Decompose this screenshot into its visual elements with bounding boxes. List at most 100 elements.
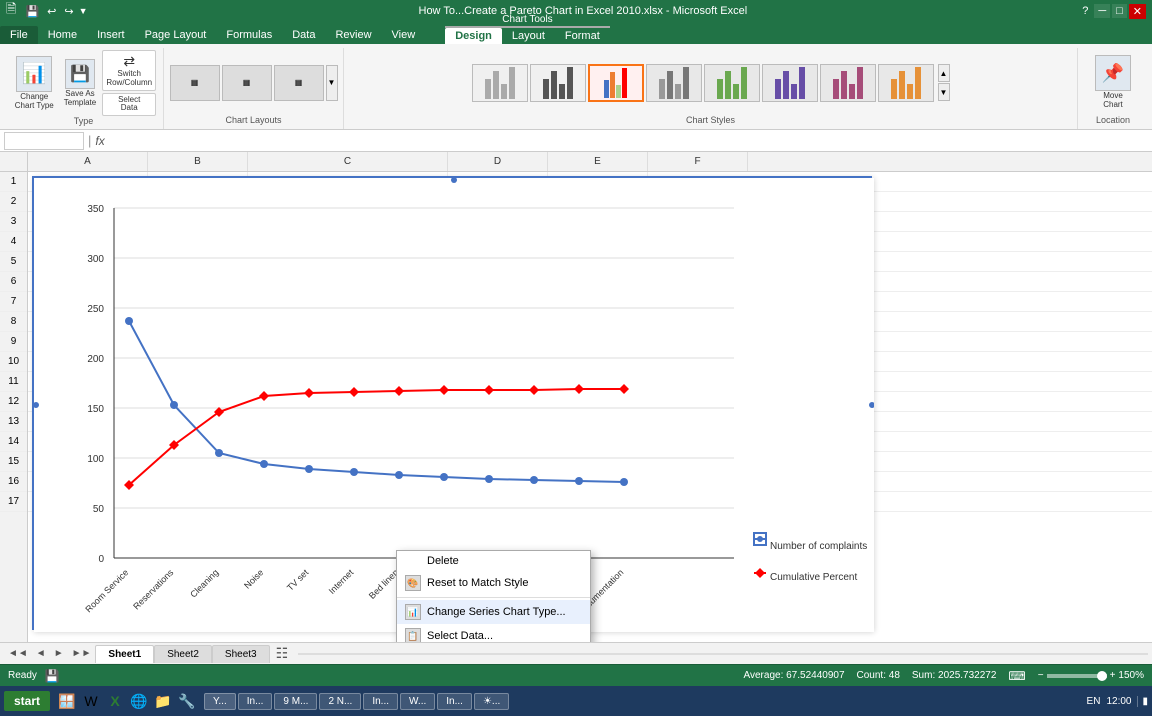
svg-text:300: 300 [87,254,104,265]
layout-scroll-down[interactable]: ▼ [326,65,338,101]
change-chart-type-button[interactable]: 📊 ChangeChart Type [11,54,58,113]
tab-home[interactable]: Home [38,26,87,44]
name-box[interactable]: Chart 4 [4,132,84,150]
ribbon-group-chart-layouts-label: Chart Layouts [225,115,281,127]
tab-file[interactable]: File [0,26,38,44]
chart-style-6[interactable] [762,64,818,102]
status-zoom-controls[interactable]: − + 150% [1038,670,1144,681]
tab-data[interactable]: Data [282,26,325,44]
cm-delete[interactable]: Delete [397,551,590,571]
taskbar-icon-windows[interactable]: 🪟 [56,690,78,712]
formula-input[interactable]: =SERIES(Sheet1!$D$1,Sheet1!$A$2:$A$16,Sh… [109,135,1148,147]
chart-tools-label: Chart Tools [445,13,610,28]
tab-page-layout[interactable]: Page Layout [135,26,217,44]
chart-style-1[interactable] [472,64,528,102]
taskbar-icon-misc[interactable]: 🔧 [176,690,198,712]
chart-style-5[interactable] [704,64,760,102]
select-data-button[interactable]: SelectData [102,93,156,117]
taskbar-app-9m[interactable]: 9 M... [274,693,317,710]
taskbar-icon-ie[interactable]: 🌐 [128,690,150,712]
taskbar-active-app[interactable]: Y... [204,693,236,710]
help-icon[interactable]: ? [1078,4,1092,18]
taskbar-app-w[interactable]: W... [400,693,435,710]
layout-2[interactable]: ▦ [222,65,272,101]
quick-undo-icon[interactable]: ↩ [44,4,59,19]
taskbar-right-area: EN 12:00 ▮ [1087,696,1148,707]
taskbar-app-sun[interactable]: ☀... [474,693,509,710]
status-count: Count: 48 [857,670,900,681]
status-sum: Sum: 2025.732272 [912,670,997,681]
svg-text:150: 150 [87,404,104,415]
ribbon-group-move-label: Location [1096,115,1130,127]
layout-1[interactable]: ▦ [170,65,220,101]
sheet-nav-next[interactable]: ► [50,648,68,659]
quick-redo-icon[interactable]: ↪ [61,4,76,19]
chart-style-3[interactable] [588,64,644,102]
formula-fx-icon: fx [95,134,104,148]
chart-style-7[interactable] [820,64,876,102]
cm-chart-icon: 📊 [405,604,421,620]
row-6: 6 [0,272,27,292]
sheet-nav-left[interactable]: ◄◄ [4,648,32,659]
tab-view[interactable]: View [382,26,426,44]
maximize-icon[interactable]: □ [1112,4,1127,18]
chart-style-8[interactable] [878,64,934,102]
taskbar-app-in[interactable]: In... [238,693,273,710]
taskbar-icon-excel[interactable]: X [104,690,126,712]
taskbar-app-in2[interactable]: In... [363,693,398,710]
chart-styles-scroll[interactable]: ▲ ▼ [938,64,950,101]
taskbar-icon-word[interactable]: W [80,690,102,712]
quick-save-icon[interactable]: 💾 [22,4,42,19]
taskbar-app-in3[interactable]: In... [437,693,472,710]
svg-text:Number of complaints: Number of complaints [770,541,867,552]
save-as-template-button[interactable]: 💾 Save AsTemplate [60,57,100,110]
row-1: 1 [0,172,27,192]
taskbar-icon-folder[interactable]: 📁 [152,690,174,712]
sheet-nav-right[interactable]: ►► [68,648,96,659]
minimize-icon[interactable]: ─ [1094,4,1110,18]
row-7: 7 [0,292,27,312]
row-15: 15 [0,452,27,472]
tab-review[interactable]: Review [325,26,381,44]
cm-change-series-type[interactable]: 📊 Change Series Chart Type... [397,600,590,624]
switch-row-column-button[interactable]: ⇄ SwitchRow/Column [102,50,156,91]
tab-insert[interactable]: Insert [87,26,135,44]
svg-text:0: 0 [98,554,104,565]
svg-text:250: 250 [87,304,104,315]
row-13: 13 [0,412,27,432]
tab-formulas[interactable]: Formulas [216,26,282,44]
svg-text:Cumulative Percent: Cumulative Percent [770,572,857,583]
cm-select-data[interactable]: 📋 Select Data... [397,624,590,642]
sheet-tab-sheet3[interactable]: Sheet3 [212,645,270,663]
row-14: 14 [0,432,27,452]
taskbar-show-desktop[interactable]: ▮ [1137,696,1148,707]
start-button[interactable]: start [4,691,50,711]
formula-bar-separator: | [88,133,91,148]
zoom-in-icon[interactable]: + [1110,670,1116,681]
zoom-slider[interactable] [1047,674,1107,678]
sheet-tab-sheet1[interactable]: Sheet1 [95,645,154,663]
row-17: 17 [0,492,27,512]
ribbon-group-chart-styles: ▲ ▼ Chart Styles [344,48,1078,129]
quick-access-dropdown[interactable]: ▼ [79,6,88,16]
tab-format[interactable]: Format [555,28,610,44]
sheet-nav-prev[interactable]: ◄ [32,648,50,659]
cm-reset-style[interactable]: 🎨 Reset to Match Style [397,571,590,595]
row-16: 16 [0,472,27,492]
sheet-tab-sheet2[interactable]: Sheet2 [154,645,212,663]
row-9: 9 [0,332,27,352]
layout-3[interactable]: ▦ [274,65,324,101]
chart-style-4[interactable] [646,64,702,102]
sheet-tab-add[interactable]: ☷ [270,645,295,662]
close-icon[interactable]: ✕ [1129,4,1146,19]
chart-style-2[interactable] [530,64,586,102]
tab-design[interactable]: Design [445,28,502,44]
svg-text:350: 350 [87,204,104,215]
cm-select-icon: 📋 [405,628,421,642]
move-chart-button[interactable]: 📌 MoveChart [1091,50,1135,115]
zoom-out-icon[interactable]: − [1038,670,1044,681]
tab-layout[interactable]: Layout [502,28,555,44]
col-header-f: F [648,152,748,171]
ribbon-group-chart-styles-label: Chart Styles [686,115,735,127]
taskbar-app-2n[interactable]: 2 N... [319,693,361,710]
